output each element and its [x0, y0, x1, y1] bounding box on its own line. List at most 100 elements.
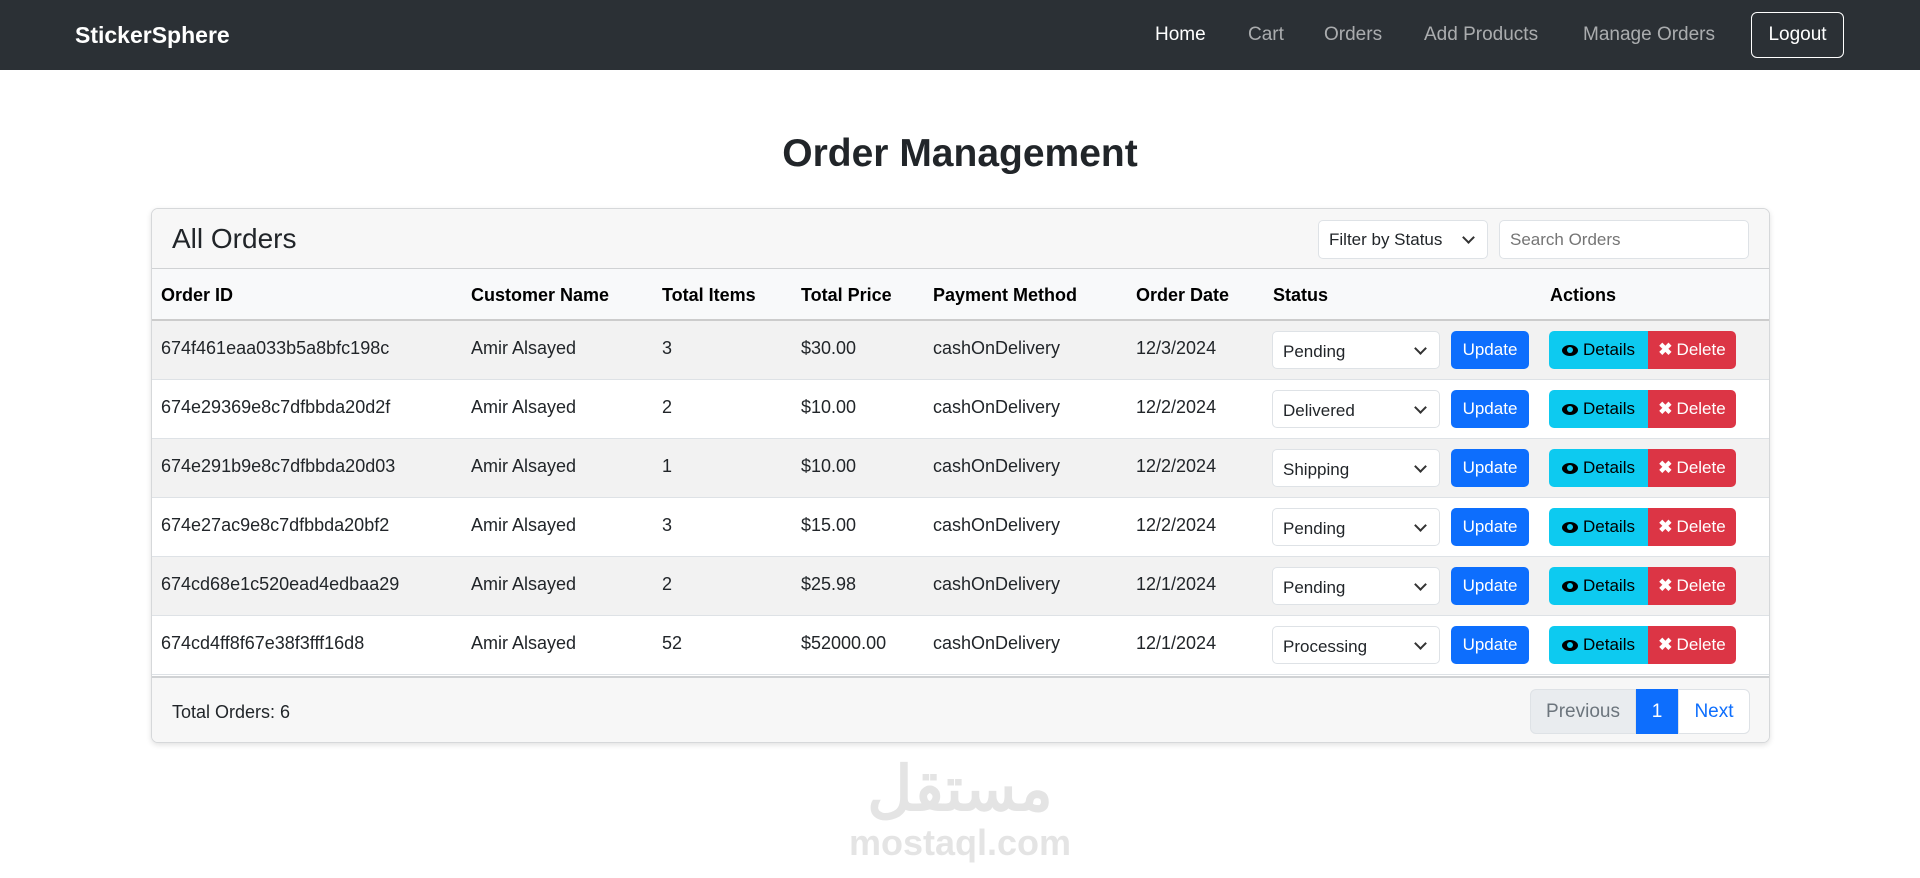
delete-label: Delete	[1676, 576, 1726, 595]
close-icon: ✖	[1658, 576, 1673, 595]
details-button[interactable]: Details	[1549, 449, 1648, 487]
cell-price: $10.00	[801, 397, 857, 417]
cell-price: $10.00	[801, 456, 857, 476]
filter-label: Filter by Status	[1329, 230, 1443, 249]
cell-id: 674cd68e1c520ead4edbaa29	[161, 574, 400, 594]
search-input[interactable]	[1499, 220, 1749, 259]
col-order-date: Order Date	[1136, 285, 1230, 305]
pagination-previous[interactable]: Previous	[1530, 689, 1636, 734]
chevron-down-icon	[1414, 401, 1427, 414]
status-select[interactable]: Shipping	[1272, 449, 1440, 487]
status-select[interactable]: Pending	[1272, 567, 1440, 605]
page-title: Order Management	[782, 132, 1138, 175]
eye-icon	[1562, 462, 1579, 474]
cell-price: $25.98	[801, 574, 857, 594]
cell-id: 674e29369e8c7dfbbda20d2f	[161, 397, 391, 417]
nav-orders[interactable]: Orders	[1324, 24, 1382, 46]
details-button[interactable]: Details	[1549, 567, 1648, 605]
orders-card: All Orders Filter by Status Order ID Cus…	[151, 208, 1770, 743]
table-row: 674e27ac9e8c7dfbbda20bf2 Amir Alsayed 3 $15…	[152, 498, 1769, 557]
status-select[interactable]: Pending	[1272, 331, 1440, 369]
eye-icon	[1562, 521, 1579, 533]
details-button[interactable]: Details	[1549, 331, 1648, 369]
cell-price: $15.00	[801, 515, 857, 535]
status-value: Pending	[1283, 342, 1346, 361]
col-payment-method: Payment Method	[933, 285, 1078, 305]
cell-payment: cashOnDelivery	[933, 574, 1061, 594]
details-label: Details	[1583, 340, 1635, 359]
cell-price: $52000.00	[801, 633, 887, 653]
details-label: Details	[1583, 399, 1635, 418]
status-filter-select[interactable]: Filter by Status	[1318, 220, 1488, 259]
col-status: Status	[1273, 285, 1329, 305]
cell-customer: Amir Alsayed	[471, 633, 577, 653]
table-row: 674e29369e8c7dfbbda20d2f Amir Alsayed 2 $10…	[152, 380, 1769, 439]
update-button[interactable]: Update	[1451, 567, 1529, 605]
cell-date: 12/1/2024	[1136, 633, 1217, 653]
status-select[interactable]: Pending	[1272, 508, 1440, 546]
nav-cart[interactable]: Cart	[1248, 24, 1284, 46]
cell-payment: cashOnDelivery	[933, 338, 1061, 358]
table-row: 674f461eaa033b5a8bfc198c Amir Alsayed 3 $30…	[152, 321, 1769, 380]
close-icon: ✖	[1658, 399, 1673, 418]
nav-home[interactable]: Home	[1155, 24, 1206, 46]
details-label: Details	[1583, 517, 1635, 536]
col-order-id: Order ID	[161, 285, 234, 305]
navbar: StickerSphere Home Cart Orders Add Produ…	[0, 0, 1920, 70]
cell-items: 2	[662, 397, 673, 417]
close-icon: ✖	[1658, 458, 1673, 477]
update-button[interactable]: Update	[1451, 331, 1529, 369]
delete-button[interactable]: ✖ Delete	[1648, 331, 1736, 369]
delete-button[interactable]: ✖ Delete	[1648, 626, 1736, 664]
logout-button[interactable]: Logout	[1751, 12, 1844, 58]
status-value: Delivered	[1283, 401, 1355, 420]
nav-manage-orders[interactable]: Manage Orders	[1583, 24, 1715, 46]
chevron-down-icon	[1414, 578, 1427, 591]
cell-date: 12/1/2024	[1136, 574, 1217, 594]
details-button[interactable]: Details	[1549, 508, 1648, 546]
status-select[interactable]: Delivered	[1272, 390, 1440, 428]
col-total-price: Total Price	[801, 285, 892, 305]
total-orders: Total Orders: 6	[172, 702, 291, 722]
details-button[interactable]: Details	[1549, 390, 1648, 428]
delete-button[interactable]: ✖ Delete	[1648, 508, 1736, 546]
delete-label: Delete	[1676, 458, 1726, 477]
close-icon: ✖	[1658, 340, 1673, 359]
col-customer-name: Customer Name	[471, 285, 610, 305]
card-footer: Total Orders: 6 Previous 1 Next	[152, 676, 1769, 742]
close-icon: ✖	[1658, 635, 1673, 654]
cell-payment: cashOnDelivery	[933, 633, 1061, 653]
cell-items: 3	[662, 338, 673, 358]
delete-button[interactable]: ✖ Delete	[1648, 567, 1736, 605]
brand-logo[interactable]: StickerSphere	[75, 22, 230, 49]
mostaql-watermark: مستقل mostaql.com	[810, 755, 1110, 861]
cell-items: 3	[662, 515, 673, 535]
update-button[interactable]: Update	[1451, 508, 1529, 546]
chevron-down-icon	[1414, 342, 1427, 355]
pagination-next[interactable]: Next	[1678, 689, 1750, 734]
delete-button[interactable]: ✖ Delete	[1648, 390, 1736, 428]
details-button[interactable]: Details	[1549, 626, 1648, 664]
cell-date: 12/2/2024	[1136, 397, 1217, 417]
status-select[interactable]: Processing	[1272, 626, 1440, 664]
table-row: 674cd4ff8f67e38f3fff16d8 Amir Alsayed 52 $5…	[152, 616, 1769, 675]
delete-label: Delete	[1676, 635, 1726, 654]
status-value: Shipping	[1283, 460, 1350, 479]
cell-items: 2	[662, 574, 673, 594]
cell-price: $30.00	[801, 338, 857, 358]
update-button[interactable]: Update	[1451, 626, 1529, 664]
pagination-page-1[interactable]: 1	[1636, 689, 1678, 734]
nav-add-products[interactable]: Add Products	[1424, 24, 1538, 46]
cell-id: 674e291b9e8c7dfbbda20d03	[161, 456, 396, 476]
update-button[interactable]: Update	[1451, 449, 1529, 487]
cell-customer: Amir Alsayed	[471, 515, 577, 535]
cell-id: 674e27ac9e8c7dfbbda20bf2	[161, 515, 390, 535]
update-button[interactable]: Update	[1451, 390, 1529, 428]
details-label: Details	[1583, 458, 1635, 477]
status-value: Pending	[1283, 578, 1346, 597]
card-title: All Orders	[172, 223, 297, 254]
eye-icon	[1562, 344, 1579, 356]
delete-button[interactable]: ✖ Delete	[1648, 449, 1736, 487]
watermark-latin: mostaql.com	[848, 822, 1072, 863]
cell-id: 674f461eaa033b5a8bfc198c	[161, 338, 390, 358]
